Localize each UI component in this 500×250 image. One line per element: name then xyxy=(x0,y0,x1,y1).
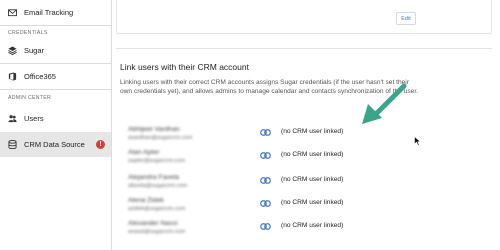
sidebar-item-crm-data-source[interactable]: CRM Data Source ! xyxy=(0,132,111,157)
sidebar-item-label: Email Tracking xyxy=(24,8,74,17)
database-icon xyxy=(8,140,17,149)
annotation-arrow-icon xyxy=(362,83,407,124)
link-icon[interactable] xyxy=(260,222,271,231)
edit-button[interactable]: Edit xyxy=(396,12,416,25)
sidebar-item-office365[interactable]: Office365 xyxy=(0,64,111,89)
link-icon[interactable] xyxy=(260,199,271,208)
panel-title: Link users with their CRM account xyxy=(120,62,249,72)
user-name: Abhijeet Vardhan xyxy=(128,126,180,133)
crm-link-status: (no CRM user linked) xyxy=(281,199,344,206)
crm-link-status: (no CRM user linked) xyxy=(281,176,344,183)
section-label-admin-center: ADMIN CENTER xyxy=(8,94,52,101)
user-email: azidek@sugarcrm.com xyxy=(128,206,186,212)
alert-icon: ! xyxy=(96,140,105,149)
layers-icon xyxy=(8,46,17,55)
user-row: Alexander Nassi anassi@sugarcrm.com (no … xyxy=(128,220,458,244)
divider xyxy=(0,89,111,90)
user-row: Alena Zidek azidek@sugarcrm.com (no CRM … xyxy=(128,197,458,221)
user-email: anassi@sugarcrm.com xyxy=(128,229,186,235)
user-email: afavela@sugarcrm.com xyxy=(128,183,188,189)
user-row: Alan Apter aapter@sugarcrm.com (no CRM u… xyxy=(128,149,458,173)
user-email: avardhan@sugarcrm.com xyxy=(128,135,193,141)
mouse-cursor-icon xyxy=(414,136,422,146)
link-icon[interactable] xyxy=(260,151,271,160)
office-icon xyxy=(8,72,17,81)
crm-link-status: (no CRM user linked) xyxy=(281,151,344,158)
user-name: Alejandra Favela xyxy=(128,174,180,181)
sidebar-item-email-tracking[interactable]: Email Tracking xyxy=(0,0,111,25)
crm-link-status: (no CRM user linked) xyxy=(281,222,344,229)
link-icon[interactable] xyxy=(260,176,271,185)
sidebar-item-label: Office365 xyxy=(24,72,56,81)
link-icon[interactable] xyxy=(260,128,271,137)
sidebar-item-label: CRM Data Source xyxy=(24,140,85,149)
users-icon xyxy=(8,115,17,123)
settings-card: Edit xyxy=(116,0,492,34)
user-name: Alexander Nassi xyxy=(128,220,178,227)
sidebar: Email Tracking CREDENTIALS Sugar Office3… xyxy=(0,0,112,250)
envelope-icon xyxy=(8,9,17,17)
user-name: Alan Apter xyxy=(128,149,160,156)
sidebar-item-users[interactable]: Users xyxy=(0,106,111,131)
sidebar-item-label: Sugar xyxy=(24,46,45,55)
user-row: Alejandra Favela afavela@sugarcrm.com (n… xyxy=(128,174,458,198)
sidebar-item-label: Users xyxy=(24,114,44,123)
link-users-panel: Link users with their CRM account Linkin… xyxy=(116,48,492,250)
user-email: aapter@sugarcrm.com xyxy=(128,158,185,164)
sidebar-item-sugar[interactable]: Sugar xyxy=(0,38,111,63)
main-content: Edit Link users with their CRM account L… xyxy=(112,0,500,250)
crm-link-status: (no CRM user linked) xyxy=(281,128,344,135)
user-name: Alena Zidek xyxy=(128,197,164,204)
